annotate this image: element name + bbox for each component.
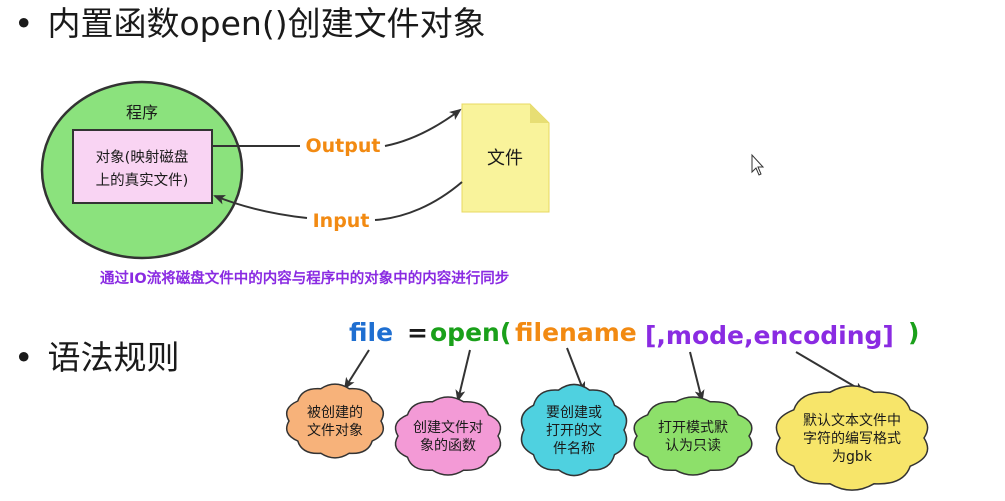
output-arrow-curve <box>384 108 462 147</box>
program-label: 程序 <box>126 103 158 122</box>
callout-text: 文件对象 <box>307 423 363 439</box>
callout-text: 象的函数 <box>420 438 476 454</box>
callout-text: 要创建或 <box>546 405 602 421</box>
input-label: Input <box>313 210 370 232</box>
file-label: 文件 <box>487 148 523 169</box>
callout-cloud-shape <box>286 383 384 459</box>
input-arrow-curve <box>374 181 463 221</box>
callout-text: 打开模式默 <box>658 419 728 436</box>
callout-text: 默认文本文件中 <box>803 413 901 429</box>
object-label-line2: 上的真实文件) <box>96 171 189 189</box>
callout-cloud: 创建文件对象的函数 <box>394 396 502 476</box>
callout-clouds: 被创建的文件对象 创建文件对象的函数要创建或打开的文件名称打开模式默认为只读默认文… <box>286 383 929 491</box>
callout-text: 打开的文 <box>546 422 602 439</box>
sync-note: 通过IO流将磁盘文件中的内容与程序中的对象中的内容进行同步 <box>100 269 509 287</box>
syntax-close: ) <box>908 318 919 347</box>
callout-text: 字符的编写格式 <box>803 431 901 447</box>
object-label-line1: 对象(映射磁盘 <box>96 148 189 166</box>
callout-cloud: 打开模式默认为只读 <box>633 396 753 476</box>
output-label: Output <box>306 135 381 157</box>
object-box <box>72 129 213 204</box>
mouse-cursor-icon <box>751 153 765 176</box>
callout-arrow-open <box>455 349 471 402</box>
syntax-optional: [,mode,encoding] <box>645 321 894 350</box>
callout-cloud: 要创建或打开的文件名称 <box>520 383 628 477</box>
callout-arrow-mode <box>689 351 705 402</box>
callout-text: 件名称 <box>553 441 595 457</box>
syntax-open: open( <box>430 318 511 347</box>
io-diagram: 程序 对象(映射磁盘 上的真实文件) 文件 Output Input 通过IO流… <box>40 80 929 491</box>
callout-text: 创建文件对 <box>413 420 483 436</box>
syntax-filename: filename <box>515 318 637 347</box>
callout-cloud: 默认文本文件中字符的编写格式为gbk <box>775 385 929 491</box>
callout-cloud-shape <box>633 396 753 476</box>
callout-text: 为gbk <box>832 449 873 465</box>
callout-text: 认为只读 <box>665 437 721 454</box>
syntax-file: file <box>349 318 393 347</box>
syntax-equals: = <box>407 318 428 347</box>
callout-cloud: 被创建的文件对象 <box>286 383 384 459</box>
callout-arrow-file <box>343 349 370 390</box>
callout-cloud-shape <box>394 396 502 476</box>
callout-text: 被创建的 <box>307 405 363 421</box>
